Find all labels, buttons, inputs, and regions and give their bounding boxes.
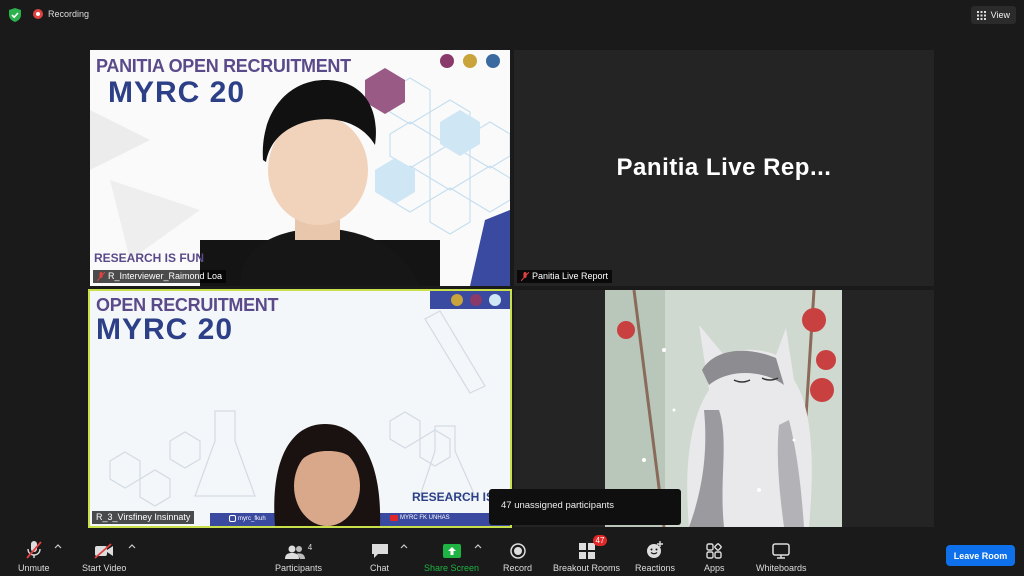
participants-label: Participants <box>275 563 323 573</box>
mic-muted-icon <box>97 272 105 281</box>
apps-label: Apps <box>704 563 725 573</box>
breakout-rooms-button[interactable]: 47 Breakout Rooms <box>553 535 621 573</box>
breakout-rooms-icon <box>578 543 595 559</box>
view-label: View <box>990 10 1010 20</box>
banner-footer: RESEARCH IS FUN <box>94 251 205 265</box>
share-screen-button[interactable]: Share Screen <box>424 539 479 573</box>
chevron-up-icon[interactable] <box>400 543 408 549</box>
participants-button[interactable]: 4 Participants <box>275 539 322 573</box>
apps-button[interactable]: Apps <box>704 539 725 573</box>
unmute-button[interactable]: Unmute <box>18 539 50 573</box>
participants-count: 4 <box>307 543 313 552</box>
record-label: Record <box>503 563 533 573</box>
participant-name-label: R_Interviewer_Raimond Loa <box>93 270 227 283</box>
chevron-up-icon[interactable] <box>474 543 482 549</box>
social-handle: myrc_fkuh <box>229 515 266 522</box>
unmute-label: Unmute <box>18 563 50 573</box>
participant-name-label: Panitia Live Report <box>517 270 613 283</box>
breakout-rooms-badge: 47 <box>592 535 608 546</box>
banner-subtitle: MYRC 20 <box>96 313 234 346</box>
apps-icon <box>706 543 723 559</box>
chat-label: Chat <box>370 563 390 573</box>
instagram-icon <box>229 515 236 522</box>
participant-name-label: R_3_Virsfiney Insinnaty <box>92 511 195 524</box>
participant-name: R_Interviewer_Raimond Loa <box>108 271 223 281</box>
recording-label: Recording <box>48 9 90 19</box>
whiteboard-icon <box>772 543 791 559</box>
chevron-up-icon[interactable] <box>128 543 136 549</box>
whiteboards-button[interactable]: Whiteboards <box>756 539 807 573</box>
participant-name: R_3_Virsfiney Insinnaty <box>96 512 191 522</box>
start-video-label: Start Video <box>82 563 127 573</box>
share-screen-label: Share Screen <box>424 563 480 573</box>
video-tile-candidate[interactable]: OPEN RECRUITMENT MYRC 20 RESEARCH IS F m… <box>88 289 512 528</box>
breakout-rooms-label: Breakout Rooms <box>553 563 621 573</box>
shield-check-icon[interactable] <box>9 8 21 22</box>
recording-indicator[interactable]: Recording <box>33 9 89 19</box>
participant-name: Panitia Live Report <box>532 271 609 281</box>
chat-button[interactable]: Chat <box>370 539 389 573</box>
start-video-button[interactable]: Start Video <box>82 539 126 573</box>
top-bar: Recording View <box>0 0 1024 30</box>
leave-room-button[interactable]: Leave Room <box>946 545 1015 566</box>
grid-icon <box>976 10 986 20</box>
video-off-icon <box>94 543 114 559</box>
mic-muted-icon <box>26 541 42 559</box>
banner-subtitle: MYRC 20 <box>108 76 246 109</box>
video-tile-interviewer[interactable]: PANITIA OPEN RECRUITMENT MYRC 20 RESEARC… <box>90 50 510 286</box>
participant-display-name: Panitia Live Rep... <box>616 154 832 181</box>
chevron-up-icon[interactable] <box>54 543 62 549</box>
banner-title: PANITIA OPEN RECRUITMENT <box>96 56 351 76</box>
share-screen-icon <box>442 544 461 558</box>
mic-muted-icon <box>521 272 529 281</box>
reactions-label: Reactions <box>635 563 676 573</box>
breakout-rooms-tooltip: 47 unassigned participants <box>489 489 681 525</box>
meeting-toolbar: Unmute Start Video 4 Participants Chat S… <box>0 531 1024 576</box>
record-button[interactable]: Record <box>503 539 532 573</box>
chat-icon <box>371 544 388 558</box>
whiteboards-label: Whiteboards <box>756 563 807 573</box>
reactions-button[interactable]: Reactions <box>635 539 675 573</box>
view-button[interactable]: View <box>970 6 1016 24</box>
video-tile-live-report[interactable]: Panitia Live Rep... Panitia Live Report <box>514 50 934 286</box>
youtube-label: MYRC FK UNHAS <box>390 515 450 521</box>
smiley-plus-icon <box>647 541 664 558</box>
record-icon <box>509 543 526 559</box>
record-dot-icon <box>33 9 43 19</box>
youtube-icon <box>390 515 398 521</box>
participants-icon <box>284 545 305 559</box>
